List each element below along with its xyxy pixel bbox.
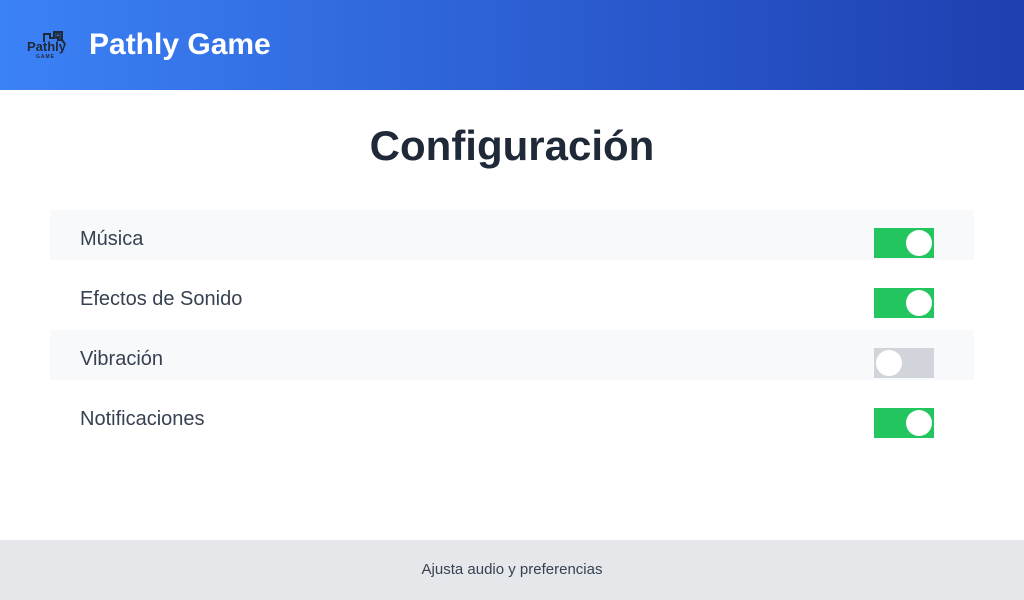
toggle-vibracion[interactable] <box>874 348 934 378</box>
pathly-logo: Pathly GAME <box>27 31 67 60</box>
toggle-knob <box>876 350 902 376</box>
footer: Ajusta audio y preferencias <box>0 540 1024 600</box>
setting-label: Notificaciones <box>80 408 205 430</box>
page-title: Configuración <box>369 122 655 169</box>
footer-text: Ajusta audio y preferencias <box>421 561 603 578</box>
logo-text: Pathly <box>27 39 67 54</box>
setting-row-vibracion: Vibración <box>50 330 974 380</box>
settings-list: Música Efectos de Sonido Vibración Notif… <box>50 210 974 450</box>
setting-row-musica: Música <box>50 210 974 260</box>
setting-row-efectos-de-sonido: Efectos de Sonido <box>50 270 974 320</box>
toggle-musica[interactable] <box>874 228 934 258</box>
setting-label: Vibración <box>80 348 164 370</box>
setting-label: Efectos de Sonido <box>80 288 243 310</box>
app-header: Pathly GAME Pathly Game <box>0 0 1024 90</box>
setting-row-notificaciones: Notificaciones <box>50 390 974 440</box>
toggle-knob <box>906 410 932 436</box>
toggle-knob <box>906 230 932 256</box>
app-title: Pathly Game <box>89 28 271 61</box>
toggle-efectos-de-sonido[interactable] <box>874 288 934 318</box>
logo-subtext: GAME <box>36 54 55 60</box>
setting-label: Música <box>80 228 144 250</box>
toggle-knob <box>906 290 932 316</box>
toggle-notificaciones[interactable] <box>874 408 934 438</box>
